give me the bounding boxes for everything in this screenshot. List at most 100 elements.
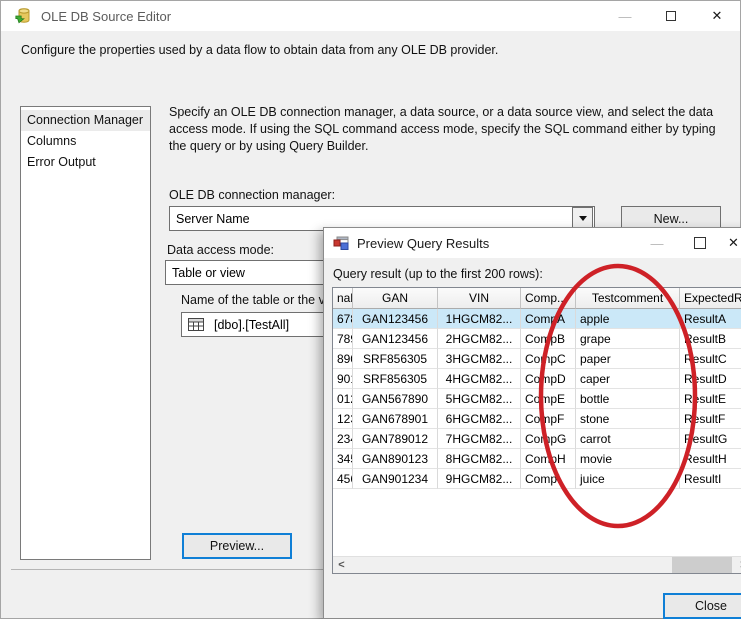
column-header[interactable]: Testcomment xyxy=(576,288,680,309)
table-cell[interactable]: 1HGCM82... xyxy=(438,309,521,329)
table-cell[interactable]: GAN890123 xyxy=(353,449,438,469)
table-cell[interactable]: ResultB xyxy=(680,329,741,349)
table-cell[interactable]: CompF xyxy=(521,409,576,429)
table-cell[interactable]: 9HGCM82... xyxy=(438,469,521,489)
table-cell[interactable]: CompG xyxy=(521,429,576,449)
table-cell[interactable]: juice xyxy=(576,469,680,489)
main-window-title: OLE DB Source Editor xyxy=(41,9,171,24)
table-cell[interactable]: GAN567890 xyxy=(353,389,438,409)
table-cell[interactable]: SRF856305 xyxy=(353,349,438,369)
table-cell[interactable]: CompE xyxy=(521,389,576,409)
query-result-label: Query result (up to the first 200 rows): xyxy=(333,267,543,281)
column-header[interactable]: ExpectedR... xyxy=(680,288,741,309)
table-cell[interactable]: CompD xyxy=(521,369,576,389)
table-cell[interactable]: caper xyxy=(576,369,680,389)
table-cell[interactable]: 7HGCM82... xyxy=(438,429,521,449)
table-cell[interactable]: paper xyxy=(576,349,680,369)
table-row[interactable]: 012GAN5678905HGCM82...CompEbottleResultE xyxy=(333,389,741,409)
connection-manager-value: Server Name xyxy=(170,212,572,226)
table-row[interactable]: 234GAN7890127HGCM82...CompGcarrotResultG xyxy=(333,429,741,449)
maximize-button[interactable] xyxy=(648,1,694,31)
table-row[interactable]: 123GAN6789016HGCM82...CompFstoneResultF xyxy=(333,409,741,429)
column-header[interactable]: nal xyxy=(333,288,353,309)
database-export-icon xyxy=(15,7,33,25)
results-grid: nalGANVINComp...TestcommentExpectedR...6… xyxy=(332,287,741,574)
table-cell[interactable]: 345 xyxy=(333,449,353,469)
close-icon[interactable]: ✕ xyxy=(722,228,741,258)
table-cell[interactable]: CompB xyxy=(521,329,576,349)
table-cell[interactable]: 5HGCM82... xyxy=(438,389,521,409)
table-cell[interactable]: grape xyxy=(576,329,680,349)
table-cell[interactable]: carrot xyxy=(576,429,680,449)
table-cell[interactable]: apple xyxy=(576,309,680,329)
scroll-right-icon[interactable]: > xyxy=(735,557,741,573)
table-cell[interactable]: ResultA xyxy=(680,309,741,329)
table-cell[interactable]: ResultC xyxy=(680,349,741,369)
close-button[interactable]: Close xyxy=(663,593,741,619)
scrollbar-thumb[interactable] xyxy=(672,557,732,573)
table-cell[interactable]: ResultD xyxy=(680,369,741,389)
preview-titlebar: Preview Query Results — ✕ xyxy=(324,228,741,258)
table-cell[interactable]: 4HGCM82... xyxy=(438,369,521,389)
table-cell[interactable]: stone xyxy=(576,409,680,429)
sidebar-item-columns[interactable]: Columns xyxy=(21,131,150,152)
preview-window-title: Preview Query Results xyxy=(357,236,489,251)
table-cell[interactable]: ResultH xyxy=(680,449,741,469)
dialog-description: Configure the properties used by a data … xyxy=(21,43,498,57)
main-titlebar: OLE DB Source Editor — ✕ xyxy=(1,1,740,31)
table-cell[interactable]: 901 xyxy=(333,369,353,389)
table-cell[interactable]: 890 xyxy=(333,349,353,369)
close-icon[interactable]: ✕ xyxy=(694,1,740,31)
table-row[interactable]: 789GAN1234562HGCM82...CompBgrapeResultB xyxy=(333,329,741,349)
table-cell[interactable]: 6HGCM82... xyxy=(438,409,521,429)
table-cell[interactable]: 789 xyxy=(333,329,353,349)
table-cell[interactable]: 3HGCM82... xyxy=(438,349,521,369)
table-row[interactable]: 456GAN9012349HGCM82...CompIjuiceResultI xyxy=(333,469,741,489)
column-header[interactable]: VIN xyxy=(438,288,521,309)
table-cell[interactable]: 012 xyxy=(333,389,353,409)
column-header[interactable]: GAN xyxy=(353,288,438,309)
column-header[interactable]: Comp... xyxy=(521,288,576,309)
table-cell[interactable]: 456 xyxy=(333,469,353,489)
connection-manager-label: OLE DB connection manager: xyxy=(169,188,335,202)
minimize-button: — xyxy=(602,1,648,31)
maximize-button[interactable] xyxy=(678,228,722,258)
table-cell[interactable]: GAN901234 xyxy=(353,469,438,489)
table-cell[interactable]: 678 xyxy=(333,309,353,329)
scroll-left-icon[interactable]: < xyxy=(333,557,350,573)
table-cell[interactable]: 234 xyxy=(333,429,353,449)
horizontal-scrollbar[interactable]: < > xyxy=(333,556,741,573)
table-cell[interactable]: bottle xyxy=(576,389,680,409)
table-cell[interactable]: 8HGCM82... xyxy=(438,449,521,469)
table-cell[interactable]: ResultI xyxy=(680,469,741,489)
table-cell[interactable]: ResultG xyxy=(680,429,741,449)
data-access-mode-label: Data access mode: xyxy=(167,243,274,257)
preview-query-results-window: Preview Query Results — ✕ Query result (… xyxy=(323,227,741,619)
table-cell[interactable]: CompH xyxy=(521,449,576,469)
table-grid-icon xyxy=(188,318,204,331)
sidebar-item-error-output[interactable]: Error Output xyxy=(21,152,150,173)
preview-button[interactable]: Preview... xyxy=(182,533,292,559)
table-cell[interactable]: CompA xyxy=(521,309,576,329)
table-cell[interactable]: ResultF xyxy=(680,409,741,429)
table-row[interactable]: 678GAN1234561HGCM82...CompAappleResultA xyxy=(333,309,741,329)
table-cell[interactable]: GAN123456 xyxy=(353,329,438,349)
table-row[interactable]: 901SRF8563054HGCM82...CompDcaperResultD xyxy=(333,369,741,389)
table-cell[interactable]: 123 xyxy=(333,409,353,429)
table-cell[interactable]: SRF856305 xyxy=(353,369,438,389)
instructions-text: Specify an OLE DB connection manager, a … xyxy=(169,104,735,155)
pages-listbox: Connection Manager Columns Error Output xyxy=(20,106,151,560)
table-cell[interactable]: ResultE xyxy=(680,389,741,409)
table-row[interactable]: 345GAN8901238HGCM82...CompHmovieResultH xyxy=(333,449,741,469)
table-cell[interactable]: 2HGCM82... xyxy=(438,329,521,349)
table-row[interactable]: 890SRF8563053HGCM82...CompCpaperResultC xyxy=(333,349,741,369)
table-cell[interactable]: movie xyxy=(576,449,680,469)
table-cell[interactable]: GAN123456 xyxy=(353,309,438,329)
table-name-label: Name of the table or the v xyxy=(181,293,325,307)
table-cell[interactable]: GAN789012 xyxy=(353,429,438,449)
sidebar-item-connection-manager[interactable]: Connection Manager xyxy=(21,110,150,131)
table-cell[interactable]: CompC xyxy=(521,349,576,369)
table-cell[interactable]: GAN678901 xyxy=(353,409,438,429)
table-cell[interactable]: CompI xyxy=(521,469,576,489)
minimize-button: — xyxy=(636,228,678,258)
